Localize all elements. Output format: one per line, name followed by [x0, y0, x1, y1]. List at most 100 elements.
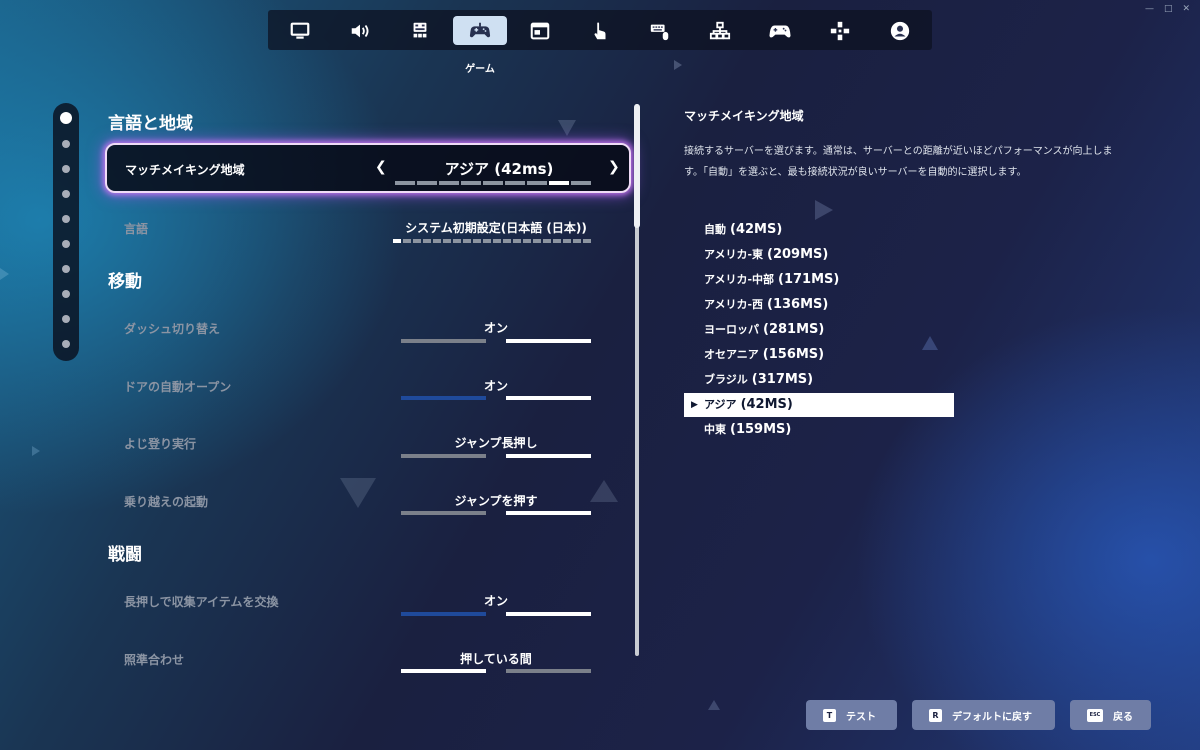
option-tick	[453, 239, 461, 243]
rail-dot[interactable]	[62, 215, 70, 223]
section-title-region: 言語と地域	[108, 114, 193, 134]
tab-account[interactable]	[873, 16, 927, 45]
option-tick	[413, 239, 421, 243]
region-option[interactable]: ▶ アジア (42MS)	[684, 393, 954, 417]
dpad-icon	[830, 21, 850, 40]
setting-value-language[interactable]: システム初期設定(日本語 (日本))	[401, 219, 591, 236]
reset-defaults-button[interactable]: R デフォルトに戻す	[912, 700, 1055, 730]
gamepad-icon	[469, 22, 491, 37]
region-option-name: アメリカ-東	[704, 248, 764, 261]
option-position-indicator	[393, 239, 591, 243]
rail-dot[interactable]	[62, 190, 70, 198]
option-tick	[439, 181, 459, 185]
setting-label-hold-swap: 長押しで収集アイテムを交換	[124, 595, 279, 609]
region-option[interactable]: 中東 (159MS)	[684, 418, 954, 442]
option-tick	[503, 239, 511, 243]
back-button[interactable]: ESC 戻る	[1070, 700, 1151, 730]
touch-hand-icon	[594, 21, 606, 39]
toggle-indicator	[401, 511, 591, 515]
region-option-ping: (171MS)	[778, 272, 840, 287]
setting-value-climb[interactable]: ジャンプ長押し	[401, 434, 591, 451]
selected-caret-icon: ▶	[691, 400, 698, 410]
option-tick	[533, 239, 541, 243]
setting-label-dash-toggle: ダッシュ切り替え	[124, 322, 221, 336]
option-position-indicator	[395, 181, 591, 185]
tab-controller[interactable]	[753, 16, 807, 45]
button-label: 戻る	[1113, 711, 1133, 723]
region-option-name: アメリカ-西	[704, 298, 764, 311]
tab-video[interactable]	[273, 16, 327, 45]
option-tick	[463, 239, 471, 243]
option-tick	[443, 239, 451, 243]
chevron-left-icon[interactable]: ❮	[375, 159, 387, 175]
setting-label-climb: よじ登り実行	[124, 437, 197, 451]
controller-icon	[769, 25, 791, 37]
setting-row-matchmaking-region[interactable]: マッチメイキング地域 ❮ アジア (42ms) ❯	[105, 143, 631, 193]
region-option[interactable]: アメリカ-西 (136MS)	[684, 293, 954, 317]
rail-dot[interactable]	[62, 315, 70, 323]
option-tick	[423, 239, 431, 243]
setting-value-mantle[interactable]: ジャンプを押す	[401, 492, 591, 509]
minimize-button[interactable]: —	[1145, 4, 1154, 14]
region-option[interactable]: アメリカ-東 (209MS)	[684, 243, 954, 267]
monitor-icon	[290, 22, 310, 39]
region-option[interactable]: ヨーロッパ (281MS)	[684, 318, 954, 342]
tab-touch[interactable]	[573, 16, 627, 45]
setting-label-language: 言語	[124, 222, 149, 236]
key-t-icon: T	[823, 708, 836, 722]
option-tick	[505, 181, 525, 185]
rail-dot[interactable]	[62, 140, 70, 148]
setting-value-dash-toggle[interactable]: オン	[401, 319, 591, 336]
accessibility-grid-icon	[413, 22, 427, 37]
tab-game[interactable]	[453, 16, 507, 45]
setting-value-auto-door[interactable]: オン	[401, 377, 591, 394]
option-tick	[573, 239, 581, 243]
rail-dot[interactable]	[62, 340, 70, 348]
section-rail	[53, 103, 79, 361]
region-option[interactable]: オセアニア (156MS)	[684, 343, 954, 367]
setting-value-hold-swap[interactable]: オン	[401, 592, 591, 609]
toggle-indicator	[401, 612, 591, 616]
option-tick	[473, 239, 481, 243]
network-icon	[709, 21, 731, 39]
toggle-indicator	[401, 339, 591, 343]
maximize-button[interactable]: □	[1164, 4, 1173, 14]
scrollbar-thumb[interactable]	[634, 104, 640, 228]
rail-dot[interactable]	[62, 165, 70, 173]
setting-label: マッチメイキング地域	[125, 163, 245, 177]
region-option-ping: (42MS)	[740, 397, 793, 412]
region-option[interactable]: ブラジル (317MS)	[684, 368, 954, 392]
tab-audio[interactable]	[333, 16, 387, 45]
tab-hud[interactable]	[513, 16, 567, 45]
rail-dot[interactable]	[62, 290, 70, 298]
chevron-right-icon[interactable]: ❯	[608, 159, 620, 175]
option-tick	[483, 181, 503, 185]
details-description: 接続するサーバーを選びます。通常は、サーバーとの距離が近いほどパフォーマンスが向…	[684, 141, 1144, 183]
tab-touch-controls[interactable]	[813, 16, 867, 45]
option-tick	[563, 239, 571, 243]
region-option-ping: (159MS)	[730, 422, 792, 437]
rail-dot[interactable]	[62, 265, 70, 273]
region-option[interactable]: 自動 (42MS)	[684, 218, 954, 242]
window-controls: — □ ✕	[1145, 4, 1190, 14]
test-button[interactable]: T テスト	[806, 700, 897, 730]
region-option-name: アメリカ-中部	[704, 273, 775, 286]
setting-value-aim[interactable]: 押している間	[401, 650, 591, 667]
rail-dot-active[interactable]	[60, 112, 72, 124]
tab-accessibility[interactable]	[393, 16, 447, 45]
tab-keyboard-mouse[interactable]	[633, 16, 687, 45]
region-option[interactable]: アメリカ-中部 (171MS)	[684, 268, 954, 292]
tab-network[interactable]	[693, 16, 747, 45]
close-button[interactable]: ✕	[1182, 4, 1190, 14]
option-tick	[523, 239, 531, 243]
rail-dot[interactable]	[62, 240, 70, 248]
toggle-indicator	[401, 669, 591, 673]
option-tick	[461, 181, 481, 185]
details-description-line: 接続するサーバーを選びます。通常は、サーバーとの距離が近いほどパフォーマンスが向…	[684, 146, 1113, 157]
speaker-icon	[351, 24, 369, 37]
region-option-ping: (209MS)	[767, 247, 829, 262]
region-option-name: 中東	[704, 423, 726, 436]
option-tick	[543, 239, 551, 243]
settings-tab-bar	[268, 10, 932, 50]
option-tick	[513, 239, 521, 243]
